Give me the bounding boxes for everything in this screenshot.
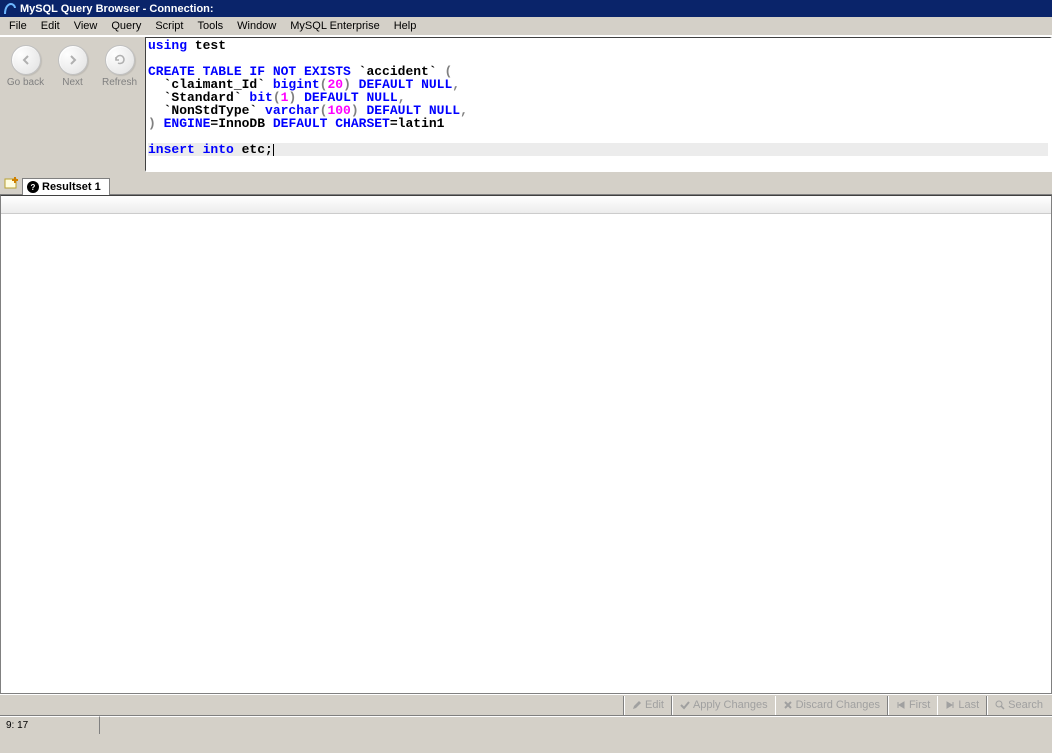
tab-label: Resultset 1 (42, 181, 101, 193)
arrow-left-icon (11, 45, 41, 75)
menu-tools[interactable]: Tools (190, 18, 230, 34)
x-icon (783, 700, 793, 710)
status-empty (100, 716, 1052, 734)
toolbar-area: Go back Next Refresh using test CREATE T… (0, 36, 1052, 172)
menu-bar: File Edit View Query Script Tools Window… (0, 17, 1052, 36)
menu-file[interactable]: File (2, 18, 34, 34)
edit-label: Edit (645, 699, 664, 711)
menu-view[interactable]: View (67, 18, 105, 34)
discard-label: Discard Changes (796, 699, 880, 711)
menu-window[interactable]: Window (230, 18, 283, 34)
refresh-label: Refresh (102, 77, 137, 88)
check-icon (680, 700, 690, 710)
status-pos-text: 9: 17 (6, 720, 28, 731)
apply-label: Apply Changes (693, 699, 768, 711)
results-header (1, 196, 1051, 214)
pencil-icon (632, 700, 642, 710)
sql-token: =latin1 (390, 116, 445, 131)
next-label: Next (62, 77, 83, 88)
bottom-toolbar: Edit Apply Changes Discard Changes First… (0, 694, 1052, 715)
tab-resultset-1[interactable]: ? Resultset 1 (22, 178, 110, 195)
last-icon (945, 700, 955, 710)
refresh-button[interactable]: Refresh (100, 45, 139, 88)
search-icon (995, 700, 1005, 710)
discard-changes-button[interactable]: Discard Changes (775, 696, 887, 715)
nav-buttons: Go back Next Refresh (0, 37, 145, 172)
sql-token: using (148, 38, 187, 53)
last-button[interactable]: Last (937, 696, 986, 715)
sql-token: ) (148, 116, 164, 131)
sql-token: insert into (148, 142, 234, 157)
resultset-icon: ? (27, 181, 39, 193)
status-cursor-position: 9: 17 (0, 716, 100, 734)
first-icon (896, 700, 906, 710)
go-back-button[interactable]: Go back (6, 45, 45, 88)
menu-query[interactable]: Query (104, 18, 148, 34)
menu-script[interactable]: Script (148, 18, 190, 34)
refresh-icon (105, 45, 135, 75)
first-button[interactable]: First (888, 696, 937, 715)
title-bar: MySQL Query Browser - Connection: (0, 0, 1052, 17)
arrow-right-icon (58, 45, 88, 75)
sql-token: etc; (234, 142, 273, 157)
search-label: Search (1008, 699, 1043, 711)
result-tabs: ? Resultset 1 (0, 172, 1052, 194)
menu-mysql-enterprise[interactable]: MySQL Enterprise (283, 18, 386, 34)
menu-edit[interactable]: Edit (34, 18, 67, 34)
sql-token: test (187, 38, 226, 53)
edit-button[interactable]: Edit (624, 696, 671, 715)
next-button[interactable]: Next (53, 45, 92, 88)
last-label: Last (958, 699, 979, 711)
sql-token: ENGINE (164, 116, 211, 131)
first-label: First (909, 699, 930, 711)
window-title: MySQL Query Browser - Connection: (20, 3, 214, 15)
results-area[interactable] (0, 195, 1052, 694)
app-icon (3, 2, 17, 16)
sql-token: , (452, 77, 460, 92)
apply-changes-button[interactable]: Apply Changes (672, 696, 775, 715)
menu-help[interactable]: Help (387, 18, 424, 34)
text-cursor (273, 144, 274, 156)
sql-editor[interactable]: using test CREATE TABLE IF NOT EXISTS `a… (145, 37, 1052, 172)
sql-token: , (460, 103, 468, 118)
sql-token: DEFAULT CHARSET (273, 116, 390, 131)
search-button[interactable]: Search (987, 696, 1050, 715)
go-back-label: Go back (7, 77, 44, 88)
new-tab-icon[interactable] (4, 176, 20, 192)
sql-token: =InnoDB (210, 116, 272, 131)
status-bar: 9: 17 (0, 715, 1052, 734)
